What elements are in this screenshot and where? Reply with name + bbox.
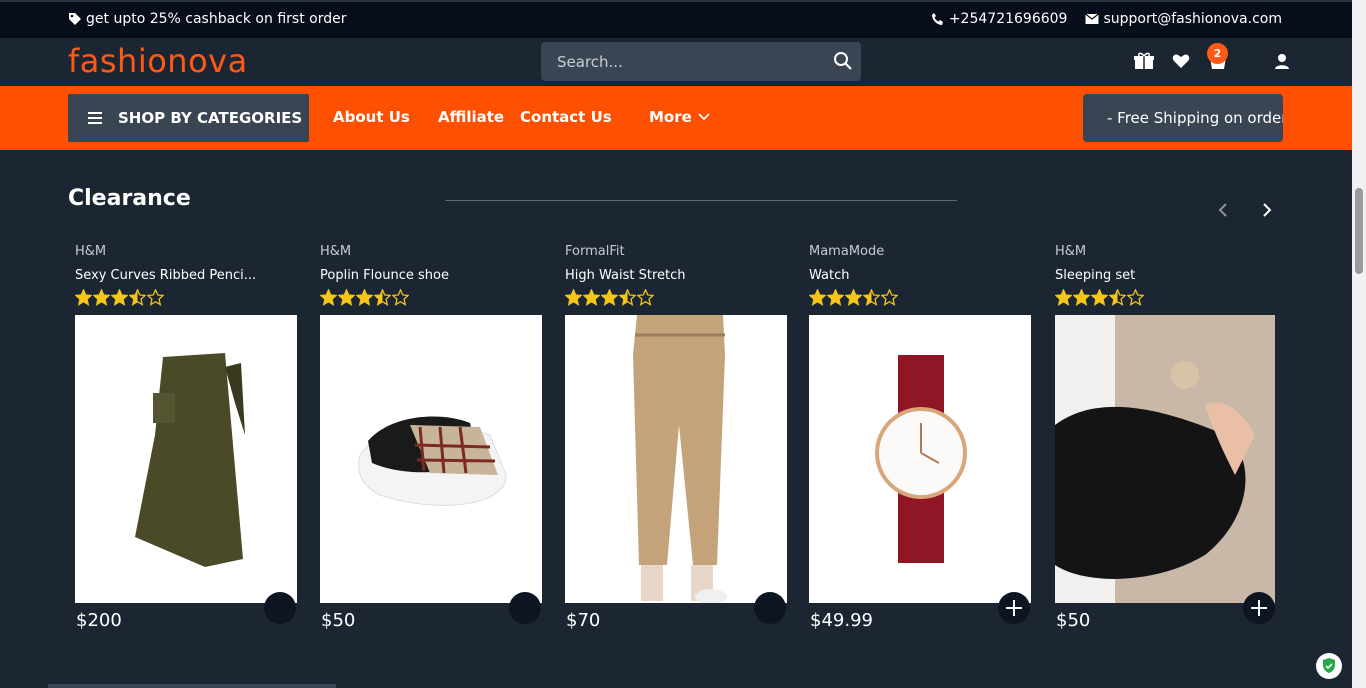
promo-text: get upto 25% cashback on first order <box>86 11 347 27</box>
star-filled-icon <box>338 289 355 306</box>
nav-more-label: More <box>649 108 692 126</box>
rating-stars <box>75 289 297 307</box>
nav-more-dropdown[interactable]: More <box>649 108 710 126</box>
section-title: Clearance <box>68 186 191 211</box>
top-bar: get upto 25% cashback on first order +25… <box>0 0 1352 38</box>
bottom-strip <box>48 684 336 688</box>
page-scrollbar[interactable] <box>1352 0 1366 688</box>
product-card[interactable]: FormalFit High Waist Stretch $70 <box>565 244 787 631</box>
product-price: $70 <box>566 610 601 631</box>
product-brand: H&M <box>75 244 107 259</box>
free-shipping-text: - Free Shipping on orders <box>1107 109 1283 127</box>
star-empty-icon <box>147 289 164 306</box>
product-image[interactable] <box>320 315 542 603</box>
star-half-icon <box>374 289 391 306</box>
phone-icon <box>931 13 943 25</box>
rating-stars <box>1055 289 1277 307</box>
rating-stars <box>809 289 1031 307</box>
star-filled-icon <box>565 289 582 306</box>
product-image[interactable] <box>75 315 297 603</box>
product-name[interactable]: High Waist Stretch <box>565 268 787 285</box>
star-filled-icon <box>1091 289 1108 306</box>
product-price: $50 <box>1056 610 1091 631</box>
security-shield-icon[interactable] <box>1316 653 1342 679</box>
star-half-icon <box>129 289 146 306</box>
product-name[interactable]: Watch <box>809 268 1031 285</box>
menu-icon <box>88 112 102 124</box>
star-filled-icon <box>93 289 110 306</box>
add-to-cart-button[interactable] <box>264 592 296 624</box>
star-filled-icon <box>111 289 128 306</box>
product-price: $50 <box>321 610 356 631</box>
product-brand: H&M <box>320 244 352 259</box>
star-empty-icon <box>881 289 898 306</box>
nav-contact-us[interactable]: Contact Us <box>520 108 612 126</box>
tag-icon <box>69 13 81 25</box>
contact-info: +254721696609 support@fashionova.com <box>931 11 1282 27</box>
gift-box-icon[interactable] <box>1134 52 1154 70</box>
categories-label: SHOP BY CATEGORIES <box>118 109 303 127</box>
heart-icon[interactable] <box>1172 53 1190 69</box>
product-brand: H&M <box>1055 244 1087 259</box>
cart-count-badge: 2 <box>1207 43 1228 64</box>
rating-stars <box>565 289 787 307</box>
carousel-prev-icon[interactable] <box>1214 201 1232 219</box>
logo[interactable]: fashionova <box>68 42 248 80</box>
product-brand: FormalFit <box>565 244 625 259</box>
star-empty-icon <box>1127 289 1144 306</box>
star-filled-icon <box>320 289 337 306</box>
promo-banner: get upto 25% cashback on first order <box>68 11 346 27</box>
star-half-icon <box>1109 289 1126 306</box>
star-filled-icon <box>845 289 862 306</box>
star-filled-icon <box>583 289 600 306</box>
product-price: $49.99 <box>810 610 873 631</box>
phone-number[interactable]: +254721696609 <box>949 11 1068 27</box>
add-to-cart-button[interactable] <box>1243 592 1275 624</box>
star-filled-icon <box>356 289 373 306</box>
search-box <box>541 42 861 81</box>
scrollbar-thumb[interactable] <box>1355 188 1363 274</box>
email-address[interactable]: support@fashionova.com <box>1103 11 1282 27</box>
star-filled-icon <box>601 289 618 306</box>
product-name[interactable]: Sexy Curves Ribbed Penci... <box>75 268 297 285</box>
product-image[interactable] <box>1055 315 1275 603</box>
add-to-cart-button[interactable] <box>998 592 1030 624</box>
star-filled-icon <box>1055 289 1072 306</box>
star-filled-icon <box>827 289 844 306</box>
product-price: $200 <box>76 610 122 631</box>
product-image[interactable] <box>809 315 1031 603</box>
add-to-cart-button[interactable] <box>754 592 786 624</box>
section-divider <box>445 200 957 201</box>
star-filled-icon <box>1073 289 1090 306</box>
search-input[interactable] <box>541 42 821 81</box>
envelope-icon <box>1085 13 1100 24</box>
product-name[interactable]: Poplin Flounce shoe <box>320 268 542 285</box>
rating-stars <box>320 289 542 307</box>
product-card[interactable]: H&M Sexy Curves Ribbed Penci... $200 <box>75 244 297 631</box>
star-empty-icon <box>392 289 409 306</box>
free-shipping-banner: - Free Shipping on orders <box>1083 94 1283 142</box>
product-card[interactable]: H&M Poplin Flounce shoe $50 <box>320 244 542 631</box>
nav-bar: SHOP BY CATEGORIES About Us Affiliate Co… <box>0 86 1352 150</box>
nav-about-us[interactable]: About Us <box>333 108 410 126</box>
user-icon[interactable] <box>1274 53 1290 69</box>
star-half-icon <box>619 289 636 306</box>
search-icon[interactable] <box>833 51 853 71</box>
star-empty-icon <box>637 289 654 306</box>
product-card[interactable]: H&M Sleeping set $50 <box>1055 244 1277 631</box>
product-card[interactable]: MamaMode Watch $49.99 <box>809 244 1031 631</box>
shop-by-categories-button[interactable]: SHOP BY CATEGORIES <box>68 94 309 142</box>
star-filled-icon <box>809 289 826 306</box>
nav-affiliate[interactable]: Affiliate <box>438 108 504 126</box>
star-filled-icon <box>75 289 92 306</box>
header: fashionova <box>0 38 1352 86</box>
carousel-next-icon[interactable] <box>1258 201 1276 219</box>
add-to-cart-button[interactable] <box>509 592 541 624</box>
star-half-icon <box>863 289 880 306</box>
product-name[interactable]: Sleeping set <box>1055 268 1277 285</box>
product-brand: MamaMode <box>809 244 885 259</box>
chevron-down-icon <box>698 113 710 121</box>
product-image[interactable] <box>565 315 787 603</box>
